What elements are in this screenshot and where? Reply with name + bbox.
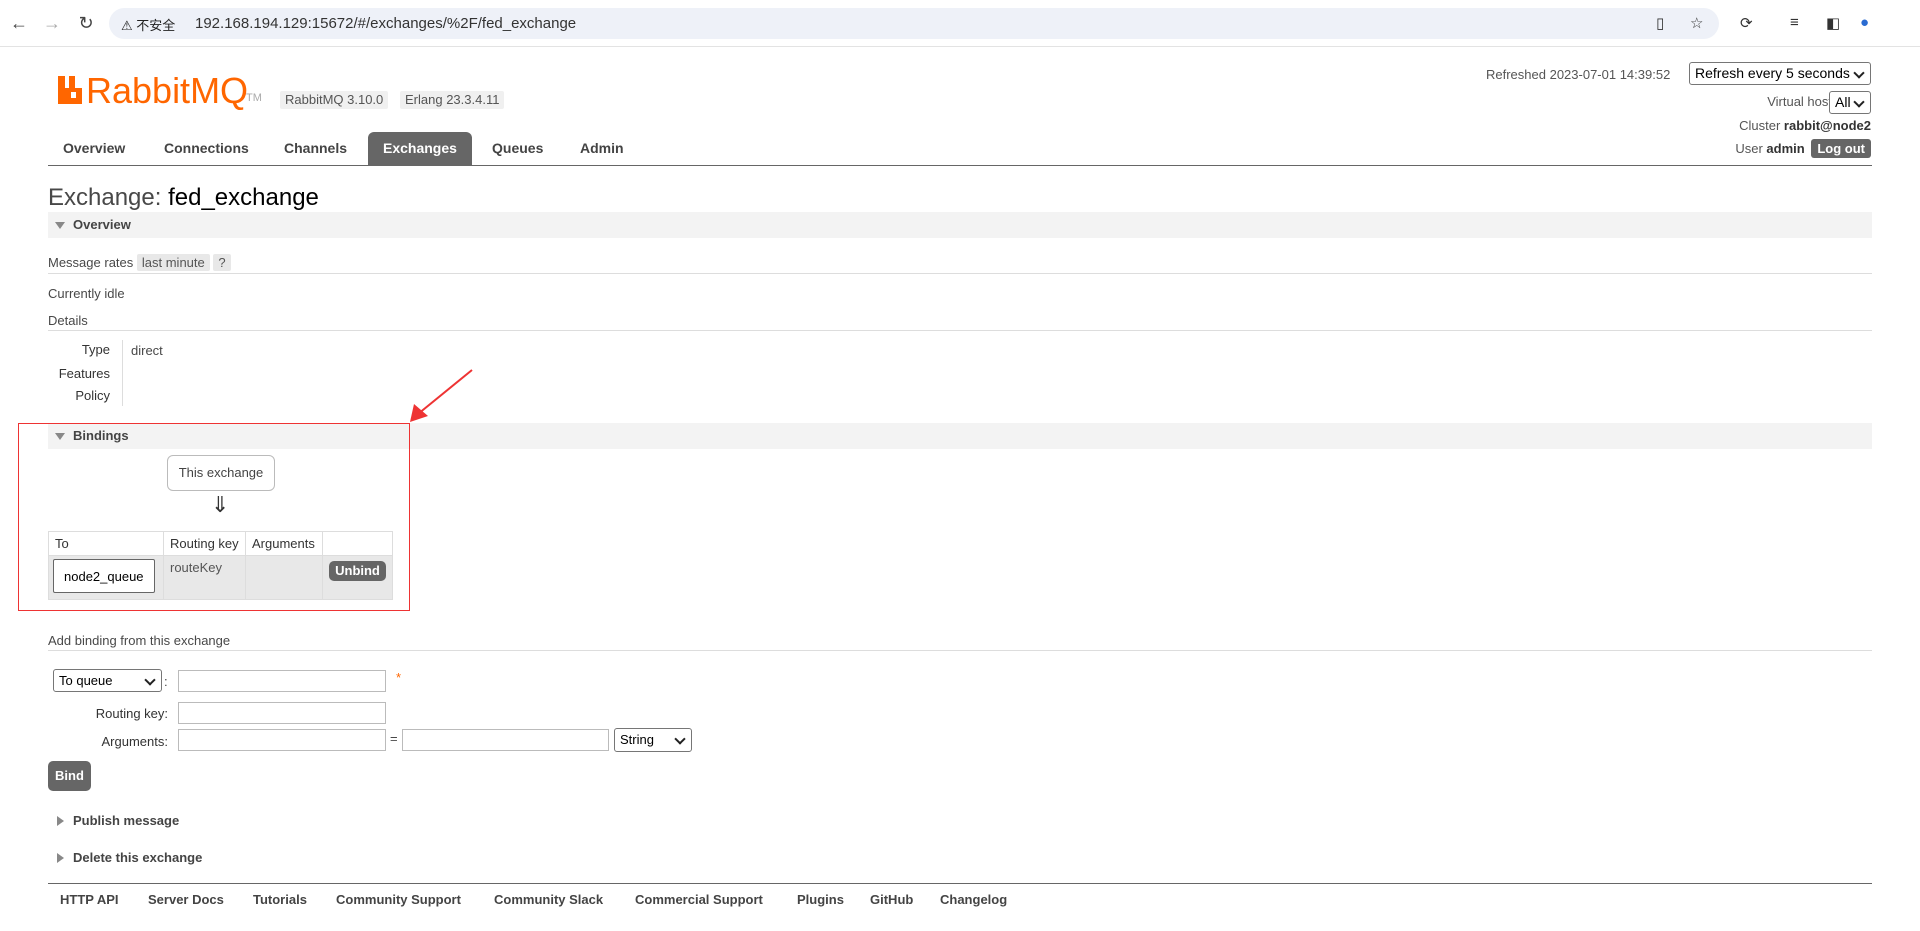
rabbit-logo-icon	[58, 76, 82, 104]
required-marker: *	[396, 670, 402, 685]
page-title-prefix: Exchange:	[48, 184, 162, 211]
argument-value-input[interactable]	[402, 729, 609, 751]
argument-key-input[interactable]	[178, 729, 386, 751]
routing-key-input[interactable]	[178, 702, 386, 724]
footer-link-http-api[interactable]: HTTP API	[60, 892, 119, 907]
tab-admin[interactable]: Admin	[565, 132, 639, 165]
delete-exchange-title: Delete this exchange	[73, 850, 203, 865]
destination-type-value: To queue	[59, 673, 113, 688]
collapsed-triangle-icon	[57, 816, 64, 826]
footer-link-commercial-support[interactable]: Commercial Support	[635, 892, 763, 907]
publish-message-toggle[interactable]: Publish message	[48, 811, 179, 831]
profile-icon[interactable]: ●	[1860, 14, 1869, 31]
cluster-label: Cluster	[1739, 118, 1781, 133]
footer-link-community-slack[interactable]: Community Slack	[494, 892, 603, 907]
overview-section-title: Overview	[73, 217, 131, 232]
message-rates-row: Message rates last minute ?	[48, 254, 231, 271]
message-rates-label: Message rates	[48, 255, 134, 270]
footer-link-changelog[interactable]: Changelog	[940, 892, 1007, 907]
overview-section-toggle[interactable]: Overview	[48, 212, 1872, 238]
collapsed-triangle-icon	[57, 853, 64, 863]
cluster-info: Cluster rabbit@node2	[1739, 118, 1871, 133]
divider	[48, 330, 1872, 331]
add-binding-heading: Add binding from this exchange	[48, 633, 231, 648]
exchange-name: fed_exchange	[168, 184, 319, 211]
security-indicator[interactable]: ⚠ 不安全	[121, 15, 175, 34]
footer-divider	[48, 883, 1872, 884]
warning-icon: ⚠	[121, 18, 133, 33]
url-text[interactable]: 192.168.194.129:15672/#/exchanges/%2F/fe…	[195, 15, 576, 32]
routing-key-label: Routing key:	[95, 706, 168, 721]
type-label: Type	[81, 342, 110, 357]
details-separator	[122, 340, 123, 406]
collections-icon[interactable]: ◧	[1826, 14, 1840, 32]
features-label: Features	[58, 366, 110, 381]
cluster-name: rabbit@node2	[1783, 118, 1871, 133]
sync-icon[interactable]: ⟳	[1740, 14, 1753, 32]
reload-icon[interactable]: ↻	[75, 12, 97, 34]
tab-queues[interactable]: Queues	[477, 132, 558, 165]
rates-range-selector[interactable]: last minute	[136, 254, 210, 271]
back-icon[interactable]: ←	[8, 12, 30, 34]
footer-link-server-docs[interactable]: Server Docs	[148, 892, 224, 907]
logo-text: RabbitMQ	[86, 70, 249, 111]
binding-destination-type-select[interactable]: To queue	[53, 669, 162, 692]
divider	[48, 273, 1872, 274]
tab-connections[interactable]: Connections	[149, 132, 264, 165]
expanded-triangle-icon	[55, 222, 65, 229]
colon: :	[164, 674, 168, 689]
highlight-annotation-box	[18, 423, 410, 611]
footer-link-tutorials[interactable]: Tutorials	[253, 892, 307, 907]
arguments-label: Arguments:	[101, 734, 168, 749]
security-label: 不安全	[136, 18, 176, 33]
refresh-interval-select[interactable]: Refresh every 5 seconds	[1689, 62, 1871, 85]
delete-exchange-toggle[interactable]: Delete this exchange	[48, 848, 202, 868]
help-button[interactable]: ?	[213, 254, 231, 271]
argument-type-value: String	[620, 732, 654, 747]
footer-link-community-support[interactable]: Community Support	[336, 892, 461, 907]
type-value: direct	[131, 343, 163, 358]
forward-icon[interactable]: →	[41, 12, 63, 34]
virtual-host-value: All	[1835, 94, 1851, 110]
tab-list-icon[interactable]: ≡	[1790, 14, 1799, 31]
virtual-host-label: Virtual host	[1767, 94, 1832, 109]
browser-toolbar: ← → ↻ ⚠ 不安全 192.168.194.129:15672/#/exch…	[0, 0, 1920, 47]
refresh-interval-value: Refresh every 5 seconds	[1695, 65, 1850, 81]
footer-link-plugins[interactable]: Plugins	[797, 892, 844, 907]
reader-mode-icon[interactable]: ▯	[1656, 14, 1664, 32]
policy-label: Policy	[75, 388, 110, 403]
tab-exchanges[interactable]: Exchanges	[368, 132, 472, 165]
publish-message-title: Publish message	[73, 813, 180, 828]
bind-button[interactable]: Bind	[48, 761, 91, 791]
erlang-version-badge: Erlang 23.3.4.11	[400, 91, 505, 109]
virtual-host-select[interactable]: All	[1829, 91, 1871, 114]
equals-sign: =	[390, 731, 398, 746]
rabbitmq-version-badge: RabbitMQ 3.10.0	[280, 91, 389, 109]
refreshed-timestamp: Refreshed 2023-07-01 14:39:52	[1486, 67, 1671, 82]
idle-status: Currently idle	[48, 286, 125, 301]
footer-link-github[interactable]: GitHub	[870, 892, 913, 907]
main-nav-tabs: Overview Connections Channels Exchanges …	[48, 132, 1872, 166]
divider	[48, 650, 1872, 651]
destination-name-input[interactable]	[178, 670, 386, 692]
tab-overview[interactable]: Overview	[48, 132, 140, 165]
details-heading: Details	[48, 313, 88, 328]
annotation-arrow-icon	[410, 369, 473, 422]
page-title: Exchange: fed_exchange	[48, 184, 319, 212]
trademark: TM	[246, 92, 262, 104]
tab-channels[interactable]: Channels	[269, 132, 362, 165]
argument-type-select[interactable]: String	[614, 728, 692, 752]
bookmark-star-icon[interactable]: ☆	[1690, 14, 1703, 32]
